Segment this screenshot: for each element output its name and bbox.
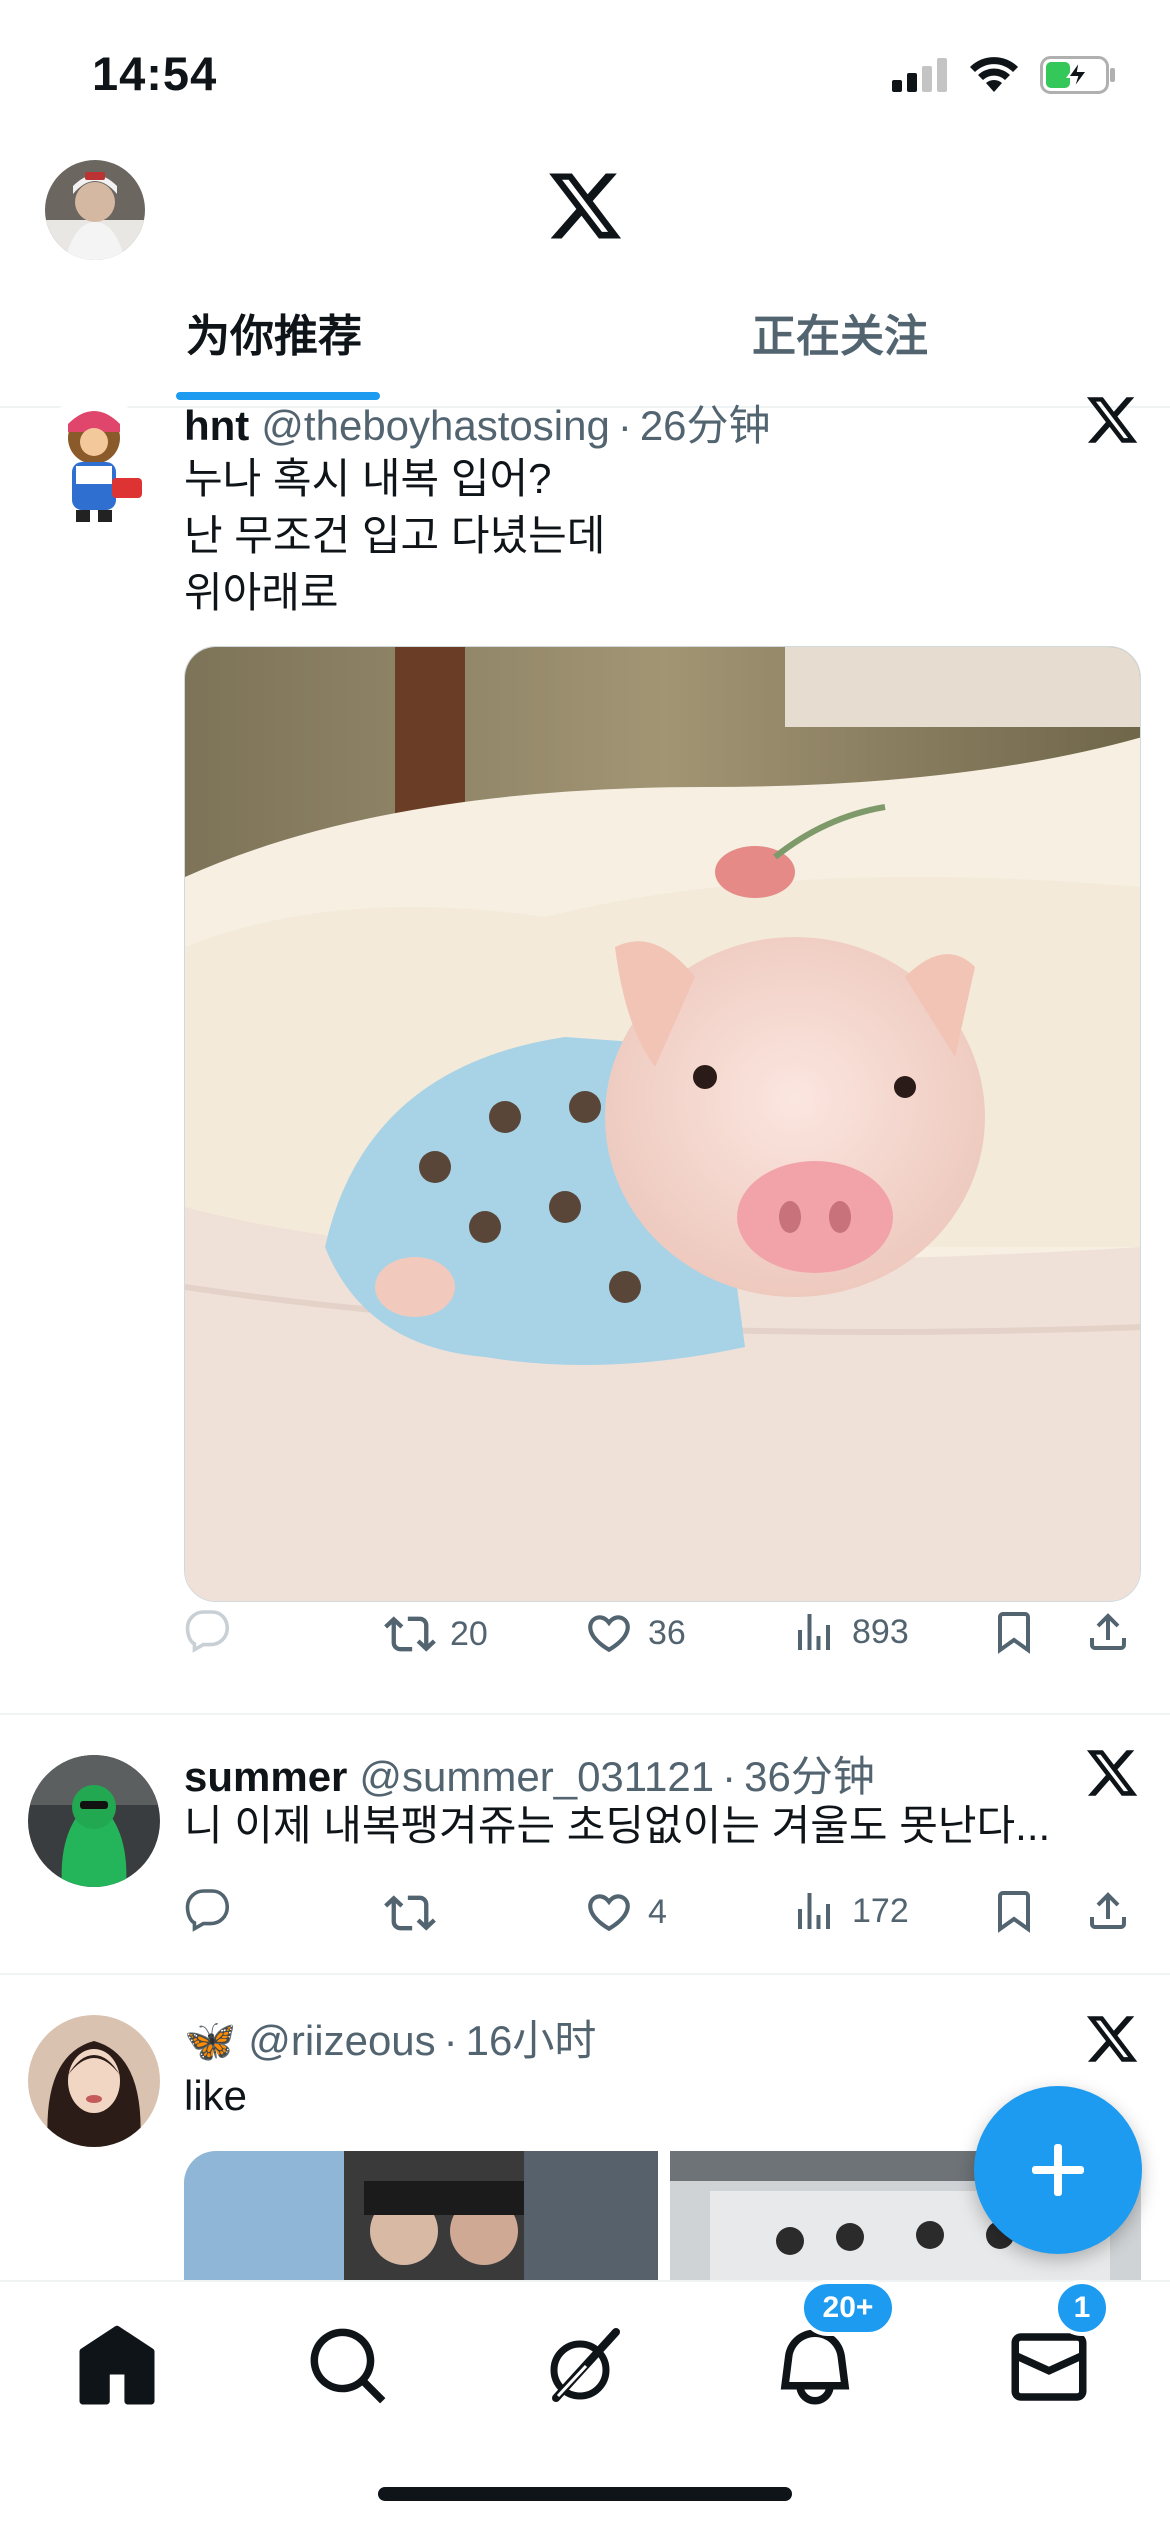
tweet-media-image[interactable] [184, 646, 1141, 1602]
tweet[interactable]: summer @summer_031121 · 36分钟 니 이제 내복팽겨쥬는… [0, 1715, 1170, 1973]
tab-for-you[interactable]: 为你推荐 [186, 300, 362, 364]
share-icon [1090, 1892, 1126, 1929]
home-indicator [378, 2487, 792, 2501]
status-icons [892, 50, 1118, 100]
tweet-actions: 4 172 [184, 1887, 1134, 1947]
wifi-icon [970, 57, 1018, 92]
retweet-count: 20 [450, 1614, 488, 1653]
views-icon [798, 1614, 830, 1650]
tweet-header: summer @summer_031121 · 36分钟 [184, 1743, 875, 1804]
tweet-author-handle[interactable]: @summer_031121 [359, 1753, 714, 1801]
tweet-separator: · [443, 2017, 458, 2064]
tweet-separator: · [617, 402, 632, 449]
views-icon [798, 1893, 830, 1929]
retweet-icon [384, 1895, 436, 1931]
tweet-header: hnt @theboyhastosing · 26分钟 [184, 392, 771, 453]
status-time: 14:54 [92, 47, 218, 100]
bookmark-button[interactable] [990, 1887, 1038, 1935]
like-count: 4 [648, 1892, 667, 1931]
tweet-author-name[interactable]: 🦋 [184, 2017, 236, 2066]
tweet-timestamp[interactable]: 26分钟 [640, 392, 771, 453]
tweet-author-handle[interactable]: @theboyhastosing [261, 402, 610, 450]
nav-home[interactable] [72, 2322, 162, 2412]
share-button[interactable] [1084, 1887, 1132, 1935]
like-count: 36 [648, 1613, 686, 1652]
share-icon [1090, 1613, 1126, 1650]
retweet-icon [384, 1616, 436, 1652]
like-button[interactable]: 4 [584, 1887, 667, 1937]
tweet-text: like [184, 2072, 248, 2119]
tweet-timestamp[interactable]: 36分钟 [744, 1743, 875, 1804]
views-button[interactable]: 172 [790, 1887, 909, 1935]
home-icon [79, 2325, 155, 2405]
x-logo-icon[interactable] [545, 166, 625, 246]
nav-messages[interactable]: 1 [1004, 2280, 1110, 2412]
tweet-timestamp[interactable]: 16小时 [466, 2007, 597, 2068]
views-button[interactable]: 893 [790, 1608, 909, 1656]
views-count: 172 [852, 1891, 909, 1930]
nav-notifications[interactable]: 20+ [770, 2280, 896, 2412]
reply-button[interactable] [184, 1887, 232, 1935]
tweet-avatar[interactable] [28, 2015, 160, 2147]
profile-avatar[interactable] [45, 160, 145, 260]
search-icon [310, 2328, 386, 2404]
tweet-avatar[interactable] [28, 398, 160, 530]
retweet-button[interactable]: 20 [384, 1608, 488, 1660]
tweet-separator: · [722, 1753, 737, 1800]
retweet-button[interactable] [384, 1887, 450, 1939]
bookmark-button[interactable] [990, 1608, 1038, 1656]
reply-icon [185, 1889, 230, 1932]
tweet-author-name[interactable]: summer [184, 1753, 347, 1801]
reply-icon [185, 1610, 230, 1653]
tweet-text: 니 이제 내복팽겨쥬는 초딩없이는 겨울도 못난다... [184, 1802, 1051, 1849]
close-icon[interactable] [1084, 1745, 1140, 1801]
battery-charging-icon [1040, 56, 1115, 94]
tab-following[interactable]: 正在关注 [752, 300, 928, 364]
bookmark-icon [998, 1891, 1030, 1933]
bookmark-icon [998, 1612, 1030, 1654]
tweet-author-name[interactable]: hnt [184, 402, 249, 450]
compose-tweet-button[interactable] [974, 2086, 1142, 2254]
tweet-actions: 20 36 893 [184, 1608, 1134, 1668]
tweet-author-handle[interactable]: @riizeous [248, 2017, 435, 2065]
tweet-header: 🦋 @riizeous · 16小时 [184, 2007, 596, 2068]
nav-grok[interactable] [538, 2322, 628, 2412]
reply-button[interactable] [184, 1608, 232, 1656]
heart-icon [588, 1894, 630, 1932]
close-icon[interactable] [1084, 392, 1140, 448]
share-button[interactable] [1084, 1608, 1132, 1656]
tweet-media-image[interactable] [184, 2151, 658, 2291]
top-header: 为你推荐 正在关注 [0, 140, 1170, 408]
messages-badge: 1 [1054, 2280, 1110, 2336]
plus-icon [1032, 2144, 1084, 2196]
status-bar: 14:54 [0, 0, 1170, 140]
grok-icon [550, 2328, 620, 2402]
like-button[interactable]: 36 [584, 1608, 686, 1658]
close-icon[interactable] [1084, 2011, 1140, 2067]
tweet-text: 누나 혹시 내복 입어? 난 무조건 입고 다녔는데 위아래로 [184, 455, 606, 616]
cellular-signal-icon [892, 58, 947, 92]
tweet-avatar[interactable] [28, 1755, 160, 1887]
views-count: 893 [852, 1612, 909, 1651]
tweet[interactable]: hnt @theboyhastosing · 26分钟 누나 혹시 내복 입어?… [0, 397, 1170, 1713]
notifications-badge: 20+ [800, 2280, 896, 2336]
heart-icon [588, 1615, 630, 1653]
nav-search[interactable] [304, 2322, 394, 2412]
